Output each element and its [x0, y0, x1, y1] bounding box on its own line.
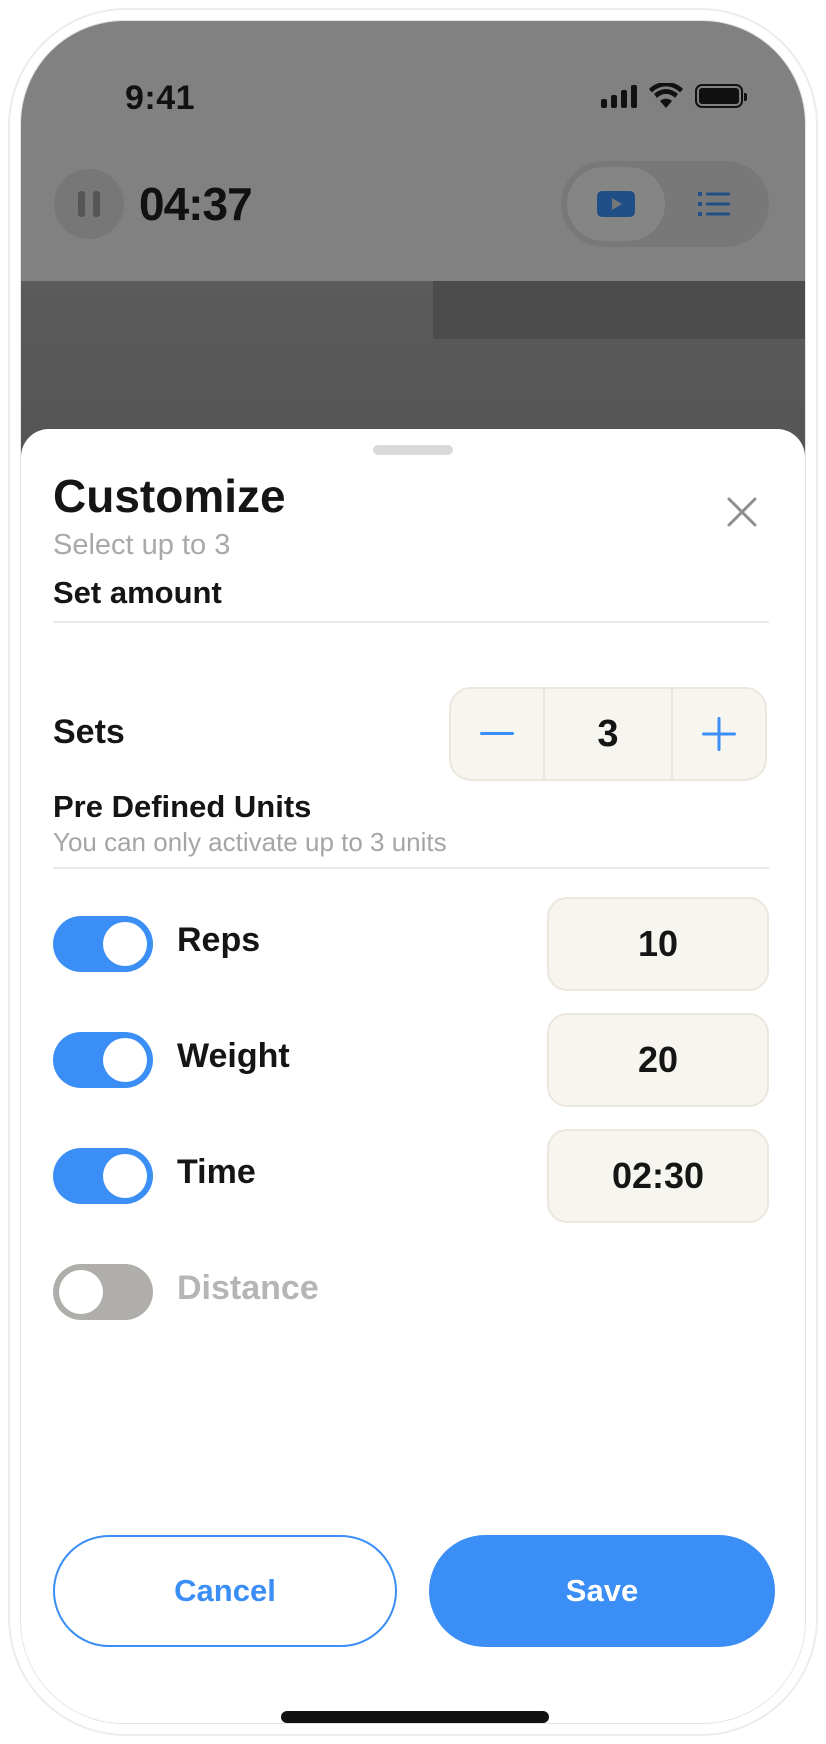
- close-button[interactable]: [717, 487, 767, 537]
- reps-label: Reps: [177, 921, 261, 959]
- reps-value-field[interactable]: 10: [547, 897, 769, 991]
- unit-row-distance: Distance: [53, 1245, 769, 1339]
- time-value-field[interactable]: 02:30: [547, 1129, 769, 1223]
- weight-value-field[interactable]: 20: [547, 1013, 769, 1107]
- list-icon: [698, 192, 730, 216]
- plus-icon: [702, 717, 736, 751]
- sheet-subtitle: Select up to 3: [53, 529, 231, 561]
- pause-icon: [78, 191, 85, 217]
- unit-row-time: Time 02:30: [53, 1129, 769, 1223]
- distance-label: Distance: [177, 1269, 319, 1307]
- weight-label: Weight: [177, 1037, 290, 1075]
- predefined-units-label: Pre Defined Units: [53, 789, 312, 824]
- divider: [53, 621, 769, 623]
- cancel-button[interactable]: Cancel: [53, 1535, 397, 1647]
- cellular-signal-icon: [601, 84, 637, 108]
- list-view-tab[interactable]: [665, 167, 763, 241]
- minus-icon: [480, 732, 514, 735]
- customize-sheet: Customize Select up to 3 Set amount Sets…: [21, 429, 805, 1723]
- phone-screen: 9:41 04:37 Customize Select up to 3 Set …: [20, 20, 806, 1724]
- unit-row-reps: Reps 10: [53, 897, 769, 991]
- wifi-icon: [649, 83, 683, 108]
- background-video-overlay: [433, 281, 805, 339]
- set-amount-label: Set amount: [53, 575, 222, 610]
- home-indicator: [281, 1711, 549, 1723]
- video-view-tab[interactable]: [567, 167, 665, 241]
- sets-value: 3: [543, 689, 673, 779]
- save-button[interactable]: Save: [429, 1535, 775, 1647]
- sets-stepper: 3: [449, 687, 767, 781]
- sets-label: Sets: [53, 713, 125, 751]
- weight-toggle[interactable]: [53, 1032, 153, 1088]
- status-icons: [601, 83, 747, 109]
- battery-icon: [695, 84, 747, 108]
- distance-toggle[interactable]: [53, 1264, 153, 1320]
- video-icon: [597, 191, 635, 217]
- sheet-grabber[interactable]: [373, 445, 453, 455]
- divider: [53, 867, 769, 869]
- increment-button[interactable]: [673, 689, 765, 779]
- view-mode-toggle: [561, 161, 769, 247]
- predefined-units-hint: You can only activate up to 3 units: [53, 827, 447, 857]
- workout-timer: 04:37: [139, 178, 253, 230]
- decrement-button[interactable]: [451, 689, 543, 779]
- status-time: 9:41: [125, 79, 196, 117]
- pause-button[interactable]: [54, 169, 124, 239]
- close-icon: [727, 497, 757, 527]
- unit-row-weight: Weight 20: [53, 1013, 769, 1107]
- sheet-title: Customize: [53, 470, 286, 522]
- reps-toggle[interactable]: [53, 916, 153, 972]
- time-toggle[interactable]: [53, 1148, 153, 1204]
- time-label: Time: [177, 1153, 256, 1191]
